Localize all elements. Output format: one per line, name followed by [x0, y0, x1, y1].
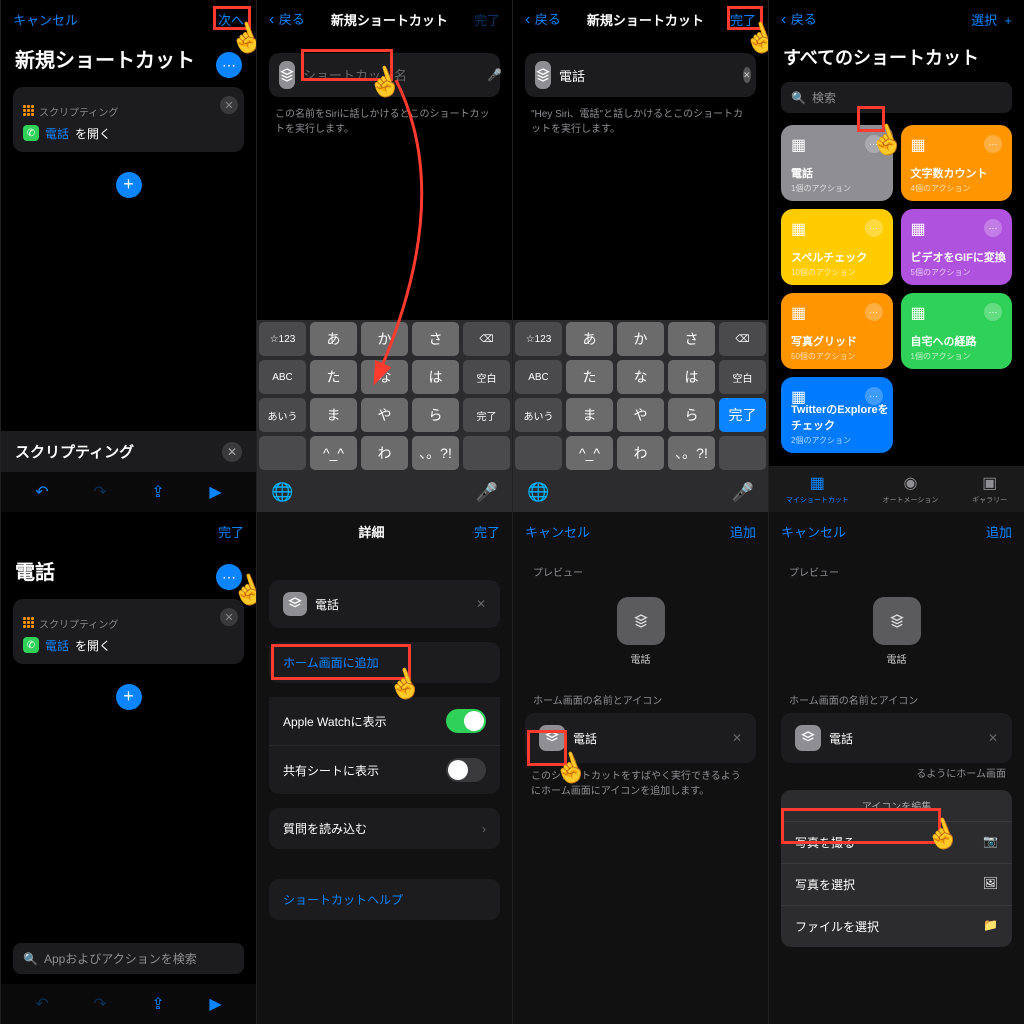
action-card: スクリプティング ✕ ✆電話を開く	[13, 599, 244, 664]
import-row[interactable]: 質問を読み込む›	[269, 808, 500, 849]
clear-icon[interactable]: ✕	[220, 96, 238, 114]
undo-icon[interactable]: ↶	[35, 482, 48, 502]
globe-icon[interactable]: 🌐	[527, 482, 549, 503]
mic-icon[interactable]: 🎤	[732, 482, 754, 503]
menu-title: アイコンを編集	[781, 790, 1012, 822]
page-title: 詳細	[358, 522, 384, 541]
add-action-button[interactable]: +	[116, 172, 142, 198]
clear-icon[interactable]: ✕	[743, 67, 751, 83]
tab-shortcuts[interactable]: ▦マイショートカット	[786, 473, 849, 505]
shortcut-name-input[interactable]	[559, 68, 735, 83]
back-button[interactable]: 戻る	[525, 9, 561, 29]
page-title: 新規ショートカット	[331, 10, 448, 29]
done-button[interactable]: 完了	[474, 522, 500, 541]
page-title: 新規ショートカット	[587, 10, 704, 29]
help-row[interactable]: ショートカットヘルプ	[269, 879, 500, 920]
back-button[interactable]: 戻る	[781, 9, 817, 29]
tab-gallery[interactable]: ▣ギャラリー	[972, 473, 1007, 505]
done-button[interactable]: 完了	[218, 522, 244, 541]
close-icon[interactable]: ✕	[222, 442, 242, 462]
globe-icon[interactable]: 🌐	[271, 482, 293, 503]
tab-automation[interactable]: ◉オートメーション	[883, 473, 939, 505]
shortcut-tile[interactable]: ▦⋯TwitterのExploreをチェック2個のアクション	[781, 377, 893, 453]
name-row[interactable]: 電話✕	[269, 580, 500, 628]
icon-name-row[interactable]: 電話✕	[781, 713, 1012, 763]
clear-icon[interactable]: ✕	[220, 608, 238, 626]
phone-link[interactable]: 電話	[45, 125, 69, 142]
mic-icon[interactable]: 🎤	[487, 68, 502, 82]
tile-more-icon[interactable]: ⋯	[984, 135, 1002, 153]
search-input[interactable]: 🔍 Appおよびアクションを検索	[13, 943, 244, 974]
cancel-button[interactable]: キャンセル	[525, 522, 590, 541]
shortcut-tile[interactable]: ▦⋯写真グリッド50個のアクション	[781, 293, 893, 369]
shortcut-icon[interactable]	[535, 61, 551, 89]
phone-icon: ✆	[23, 125, 39, 141]
keyboard[interactable]: ☆123あかさ⌫ ABCたなは空白 あいうまやら完了 ^_^わ、。?! 🌐🎤	[513, 320, 768, 512]
done-button[interactable]: 完了	[474, 10, 500, 29]
add-button[interactable]: 追加	[986, 522, 1012, 541]
shortcut-tile[interactable]: ▦⋯ビデオをGIFに変換5個のアクション	[901, 209, 1013, 285]
shortcut-icon[interactable]	[279, 61, 295, 89]
name-input-row: ✕	[525, 53, 756, 97]
hint-text: "Hey Siri、電話"と話しかけるとこのショートカットを実行します。	[513, 105, 768, 139]
preview: 電話	[513, 585, 768, 678]
undo-icon[interactable]: ↶	[35, 994, 48, 1014]
play-icon[interactable]: ▶	[209, 994, 221, 1014]
shortcut-tile[interactable]: ▦⋯文字数カウント4個のアクション	[901, 125, 1013, 201]
watch-toggle-row[interactable]: Apple Watchに表示	[269, 697, 500, 746]
redo-icon[interactable]: ↷	[93, 994, 106, 1014]
phone-icon: ✆	[23, 637, 39, 653]
preview: 電話	[769, 585, 1024, 678]
take-photo[interactable]: 写真を撮る📷	[781, 822, 1012, 864]
action-card: スクリプティング ✕ ✆ 電話を開く	[13, 87, 244, 152]
cancel-button[interactable]: キャンセル	[13, 10, 78, 29]
icon-edit-menu: アイコンを編集 写真を撮る📷 写真を選択🖼 ファイルを選択📁	[781, 790, 1012, 947]
tile-more-icon[interactable]: ⋯	[865, 219, 883, 237]
scripting-header: スクリプティング✕	[1, 431, 256, 472]
bottom-nav: ▦マイショートカット ◉オートメーション ▣ギャラリー	[769, 466, 1024, 512]
hint-text: るようにホーム画面	[769, 763, 1024, 784]
choose-file[interactable]: ファイルを選択📁	[781, 906, 1012, 947]
tile-more-icon[interactable]: ⋯	[984, 303, 1002, 321]
play-icon[interactable]: ▶	[209, 482, 221, 502]
scripting-tag: スクリプティング	[23, 104, 118, 119]
toggle-on[interactable]	[446, 709, 486, 733]
back-button[interactable]: 戻る	[269, 9, 305, 29]
preview-label: プレビュー	[769, 550, 1024, 585]
preview-label: プレビュー	[513, 550, 768, 585]
search-input[interactable]: 🔍 検索	[781, 82, 1012, 113]
add-action-button[interactable]: +	[116, 684, 142, 710]
tile-more-icon[interactable]: ⋯	[865, 303, 883, 321]
mic-icon[interactable]: 🎤	[476, 482, 498, 503]
toggle-off[interactable]	[446, 758, 486, 782]
section-label: ホーム画面の名前とアイコン	[513, 678, 768, 713]
shortcut-tile[interactable]: ▦⋯スペルチェック10個のアクション	[781, 209, 893, 285]
choose-photo[interactable]: 写真を選択🖼	[781, 864, 1012, 906]
section-label: ホーム画面の名前とアイコン	[769, 678, 1024, 713]
hint-text: この名前をSiriに話しかけるとこのショートカットを実行します。	[257, 105, 512, 139]
cancel-button[interactable]: キャンセル	[781, 522, 846, 541]
toolbar: ↶ ↷ ⇪ ▶	[1, 472, 256, 512]
shortcut-tile[interactable]: ▦⋯自宅への経路1個のアクション	[901, 293, 1013, 369]
share-icon[interactable]: ⇪	[151, 994, 164, 1014]
open-text: を開く	[75, 125, 111, 142]
select-button[interactable]: 選択 +	[971, 10, 1012, 29]
share-icon[interactable]: ⇪	[151, 482, 164, 502]
add-button[interactable]: 追加	[730, 522, 756, 541]
keyboard[interactable]: ☆123あかさ⌫ ABCたなは空白 あいうまやら完了 ^_^わ、。?! 🌐🎤	[257, 320, 512, 512]
tile-more-icon[interactable]: ⋯	[984, 219, 1002, 237]
redo-icon[interactable]: ↷	[93, 482, 106, 502]
share-toggle-row[interactable]: 共有シートに表示	[269, 746, 500, 794]
page-title: すべてのショートカット	[769, 38, 1024, 76]
